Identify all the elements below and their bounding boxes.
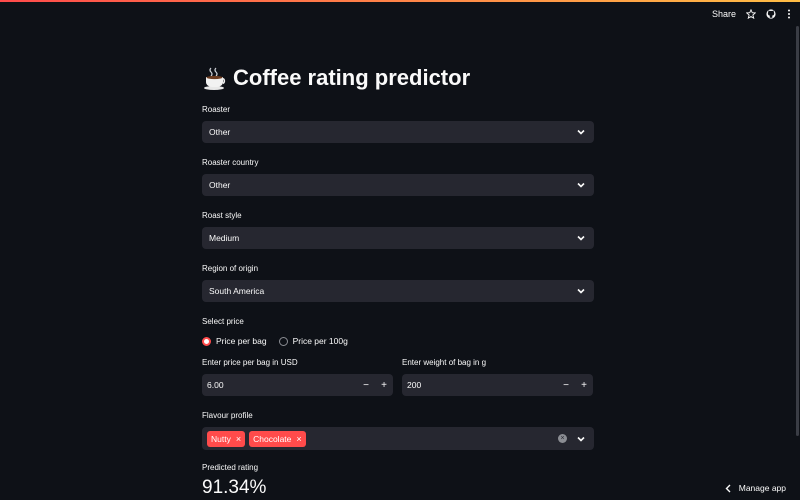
region-field: Region of origin South America <box>202 263 594 302</box>
roaster-select[interactable]: Other <box>202 121 594 143</box>
share-button[interactable]: Share <box>712 9 736 19</box>
remove-tag-icon[interactable]: × <box>236 431 241 447</box>
top-decoration-bar <box>0 0 800 2</box>
manage-app-label: Manage app <box>738 483 786 493</box>
weight-label: Enter weight of bag in g <box>402 358 487 367</box>
roaster-label: Roaster <box>202 105 231 114</box>
flavour-tag: Chocolate × <box>249 430 306 447</box>
chevron-left-icon <box>725 484 731 492</box>
price-increment-button[interactable]: + <box>375 380 393 391</box>
flavour-tag-label: Nutty <box>211 433 231 444</box>
flavour-tag: Nutty × <box>207 430 246 447</box>
price-number-input[interactable]: 6.00 − + <box>202 374 393 396</box>
price-weight-row: Enter price per bag in USD 6.00 − + Ente… <box>202 357 594 396</box>
flavour-tag-label: Chocolate <box>253 433 292 444</box>
roaster-field: Roaster Other <box>202 104 594 143</box>
price-decrement-button[interactable]: − <box>357 380 375 391</box>
flavour-multiselect[interactable]: Nutty × Chocolate × × <box>202 427 594 450</box>
price-radio-group: Price per bag Price per 100g <box>202 333 594 349</box>
flavour-label: Flavour profile <box>202 411 253 420</box>
roast-style-label: Roast style <box>202 211 242 220</box>
price-field: Enter price per bag in USD 6.00 − + <box>202 357 393 396</box>
roast-style-select[interactable]: Medium <box>202 227 594 249</box>
roaster-value: Other <box>209 127 231 137</box>
manage-app-button[interactable]: Manage app <box>725 483 786 493</box>
more-vertical-icon[interactable] <box>786 9 792 19</box>
coffee-cup-icon <box>202 65 228 91</box>
price-value[interactable]: 6.00 <box>207 380 357 390</box>
radio-label: Price per bag <box>216 336 267 346</box>
region-select[interactable]: South America <box>202 280 594 302</box>
chevron-down-icon <box>577 182 585 188</box>
region-label: Region of origin <box>202 264 259 273</box>
roast-style-value: Medium <box>209 233 240 243</box>
radio-price-per-bag[interactable]: Price per bag <box>202 336 267 346</box>
page-title-text: Coffee rating predictor <box>233 65 471 90</box>
main-content: Coffee rating predictor Roaster Other Ro… <box>202 62 594 500</box>
roaster-country-value: Other <box>209 180 231 190</box>
region-value: South America <box>209 286 265 296</box>
remove-tag-icon[interactable]: × <box>296 431 301 447</box>
weight-value[interactable]: 200 <box>407 380 557 390</box>
flavour-field: Flavour profile Nutty × Chocolate × × <box>202 410 594 450</box>
radio-unselected-icon <box>278 336 288 346</box>
select-price-label: Select price <box>202 317 244 326</box>
weight-increment-button[interactable]: + <box>575 380 593 391</box>
roaster-country-label: Roaster country <box>202 158 259 167</box>
chevron-down-icon <box>577 235 585 241</box>
page-title: Coffee rating predictor <box>202 62 594 94</box>
predicted-rating-label: Predicted rating <box>202 463 259 472</box>
chevron-down-icon[interactable] <box>576 434 586 444</box>
radio-label: Price per 100g <box>292 336 348 346</box>
radio-selected-icon <box>202 336 211 346</box>
roaster-country-select[interactable]: Other <box>202 174 594 196</box>
roaster-country-field: Roaster country Other <box>202 157 594 196</box>
weight-field: Enter weight of bag in g 200 − + <box>402 357 593 396</box>
chevron-down-icon <box>577 129 585 135</box>
page-scrollbar[interactable] <box>796 26 799 436</box>
radio-price-per-100g[interactable]: Price per 100g <box>278 336 348 346</box>
price-label: Enter price per bag in USD <box>202 358 298 367</box>
clear-all-icon[interactable]: × <box>558 434 567 443</box>
star-icon[interactable] <box>746 9 756 19</box>
chevron-down-icon <box>577 288 585 294</box>
predicted-rating-value: 91.34% <box>202 477 267 498</box>
github-icon[interactable] <box>766 9 776 19</box>
weight-number-input[interactable]: 200 − + <box>402 374 593 396</box>
weight-decrement-button[interactable]: − <box>557 380 575 391</box>
header-actions: Share <box>712 6 792 22</box>
roast-style-field: Roast style Medium <box>202 210 594 249</box>
